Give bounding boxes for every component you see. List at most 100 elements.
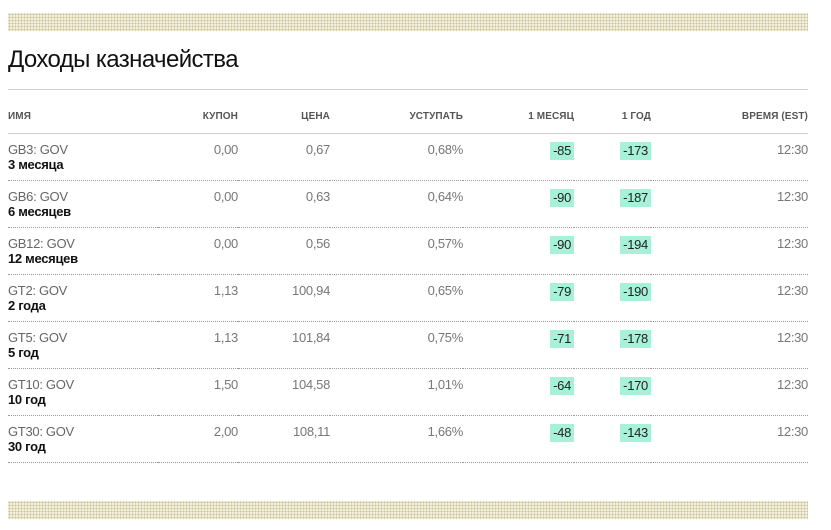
coupon-value: 2,00 [213,424,238,439]
month-change-badge: -64 [550,377,574,395]
year-change-cell: -187 [574,180,651,228]
price-value: 104,58 [292,377,330,392]
time-cell: 12:30 [651,274,808,322]
coupon-cell: 0,00 [158,227,238,275]
time-cell: 12:30 [651,227,808,275]
ticker-link[interactable]: GT30: GOV [8,424,158,439]
maturity-label: 2 года [8,298,46,313]
year-change-badge: -194 [620,236,651,254]
table-row: GB3: GOV 3 месяца 0,00 0,67 0,68% -85 -1… [8,133,808,181]
yield-value: 0,75% [427,330,464,345]
year-change-badge: -143 [620,424,651,442]
price-cell: 108,11 [238,415,330,463]
coupon-cell: 1,13 [158,321,238,369]
coupon-value: 0,00 [213,236,238,251]
month-change-cell: -64 [463,368,574,416]
price-value: 108,11 [293,424,330,439]
month-change-badge: -90 [550,189,574,207]
table-row: GB12: GOV 12 месяцев 0,00 0,56 0,57% -90… [8,227,808,275]
year-change-cell: -173 [574,133,651,181]
year-change-badge: -187 [620,189,651,207]
time-cell: 12:30 [651,321,808,369]
coupon-cell: 0,00 [158,133,238,181]
coupon-cell: 1,50 [158,368,238,416]
security-name-cell: GB3: GOV 3 месяца [8,133,158,181]
column-header-1-month: 1 МЕСЯЦ [463,100,574,134]
ticker-link[interactable]: GB12: GOV [8,236,158,251]
coupon-cell: 1,13 [158,274,238,322]
table-row: GB6: GOV 6 месяцев 0,00 0,63 0,64% -90 -… [8,180,808,228]
table-header-row: ИМЯ КУПОН ЦЕНА УСТУПАТЬ 1 МЕСЯЦ 1 ГОД ВР… [8,100,808,134]
month-change-cell: -90 [463,180,574,228]
security-name-cell: GT10: GOV 10 год [8,368,158,416]
treasury-yields-table: ИМЯ КУПОН ЦЕНА УСТУПАТЬ 1 МЕСЯЦ 1 ГОД ВР… [8,100,808,463]
year-change-badge: -173 [620,142,651,160]
year-change-cell: -170 [574,368,651,416]
time-value: 12:30 [776,236,808,251]
column-header-name: ИМЯ [8,100,158,134]
price-cell: 104,58 [238,368,330,416]
time-cell: 12:30 [651,133,808,181]
decorative-band-top [8,13,808,31]
month-change-cell: -79 [463,274,574,322]
coupon-cell: 0,00 [158,180,238,228]
maturity-label: 12 месяцев [8,251,78,266]
month-change-badge: -90 [550,236,574,254]
price-cell: 0,67 [238,133,330,181]
price-value: 0,67 [305,142,330,157]
maturity-label: 30 год [8,439,46,454]
price-cell: 101,84 [238,321,330,369]
coupon-value: 1,50 [213,377,238,392]
table-row: GT10: GOV 10 год 1,50 104,58 1,01% -64 -… [8,368,808,416]
title-divider [8,89,808,90]
column-header-1-year: 1 ГОД [574,100,651,134]
month-change-badge: -48 [550,424,574,442]
price-cell: 0,56 [238,227,330,275]
yield-cell: 1,01% [330,368,463,416]
time-value: 12:30 [776,330,808,345]
price-value: 0,56 [305,236,330,251]
price-value: 101,84 [292,330,330,345]
month-change-cell: -48 [463,415,574,463]
maturity-label: 5 год [8,345,39,360]
month-change-cell: -90 [463,227,574,275]
column-header-price: ЦЕНА [238,100,330,134]
year-change-cell: -190 [574,274,651,322]
security-name-cell: GB6: GOV 6 месяцев [8,180,158,228]
yield-cell: 1,66% [330,415,463,463]
time-cell: 12:30 [651,180,808,228]
maturity-label: 10 год [8,392,46,407]
yield-value: 0,65% [427,283,464,298]
month-change-cell: -85 [463,133,574,181]
year-change-badge: -178 [620,330,651,348]
security-name-cell: GT5: GOV 5 год [8,321,158,369]
security-name-cell: GT30: GOV 30 год [8,415,158,463]
month-change-cell: -71 [463,321,574,369]
ticker-link[interactable]: GT5: GOV [8,330,158,345]
maturity-label: 3 месяца [8,157,64,172]
yield-cell: 0,75% [330,321,464,369]
time-value: 12:30 [776,189,808,204]
month-change-badge: -85 [550,142,574,160]
yield-cell: 0,57% [330,227,463,275]
yield-cell: 0,68% [330,133,463,181]
year-change-badge: -170 [620,377,651,395]
year-change-cell: -143 [574,415,651,463]
time-value: 12:30 [776,377,808,392]
maturity-label: 6 месяцев [8,204,71,219]
coupon-value: 0,00 [213,189,238,204]
ticker-link[interactable]: GT2: GOV [8,283,158,298]
ticker-link[interactable]: GB6: GOV [8,189,158,204]
ticker-link[interactable]: GB3: GOV [8,142,158,157]
year-change-cell: -194 [574,227,651,275]
year-change-cell: -178 [574,321,651,369]
table-row: GT2: GOV 2 года 1,13 100,94 0,65% -79 -1… [8,274,808,322]
time-value: 12:30 [776,142,808,157]
time-cell: 12:30 [651,415,808,463]
table-row: GT5: GOV 5 год 1,13 101,84 0,75% -71 -17… [8,321,808,369]
time-value: 12:30 [776,424,808,439]
ticker-link[interactable]: GT10: GOV [8,377,158,392]
price-cell: 100,94 [238,274,330,322]
column-header-yield: УСТУПАТЬ [330,100,463,134]
table-row: GT30: GOV 30 год 2,00 108,11 1,66% -48 -… [8,415,808,463]
